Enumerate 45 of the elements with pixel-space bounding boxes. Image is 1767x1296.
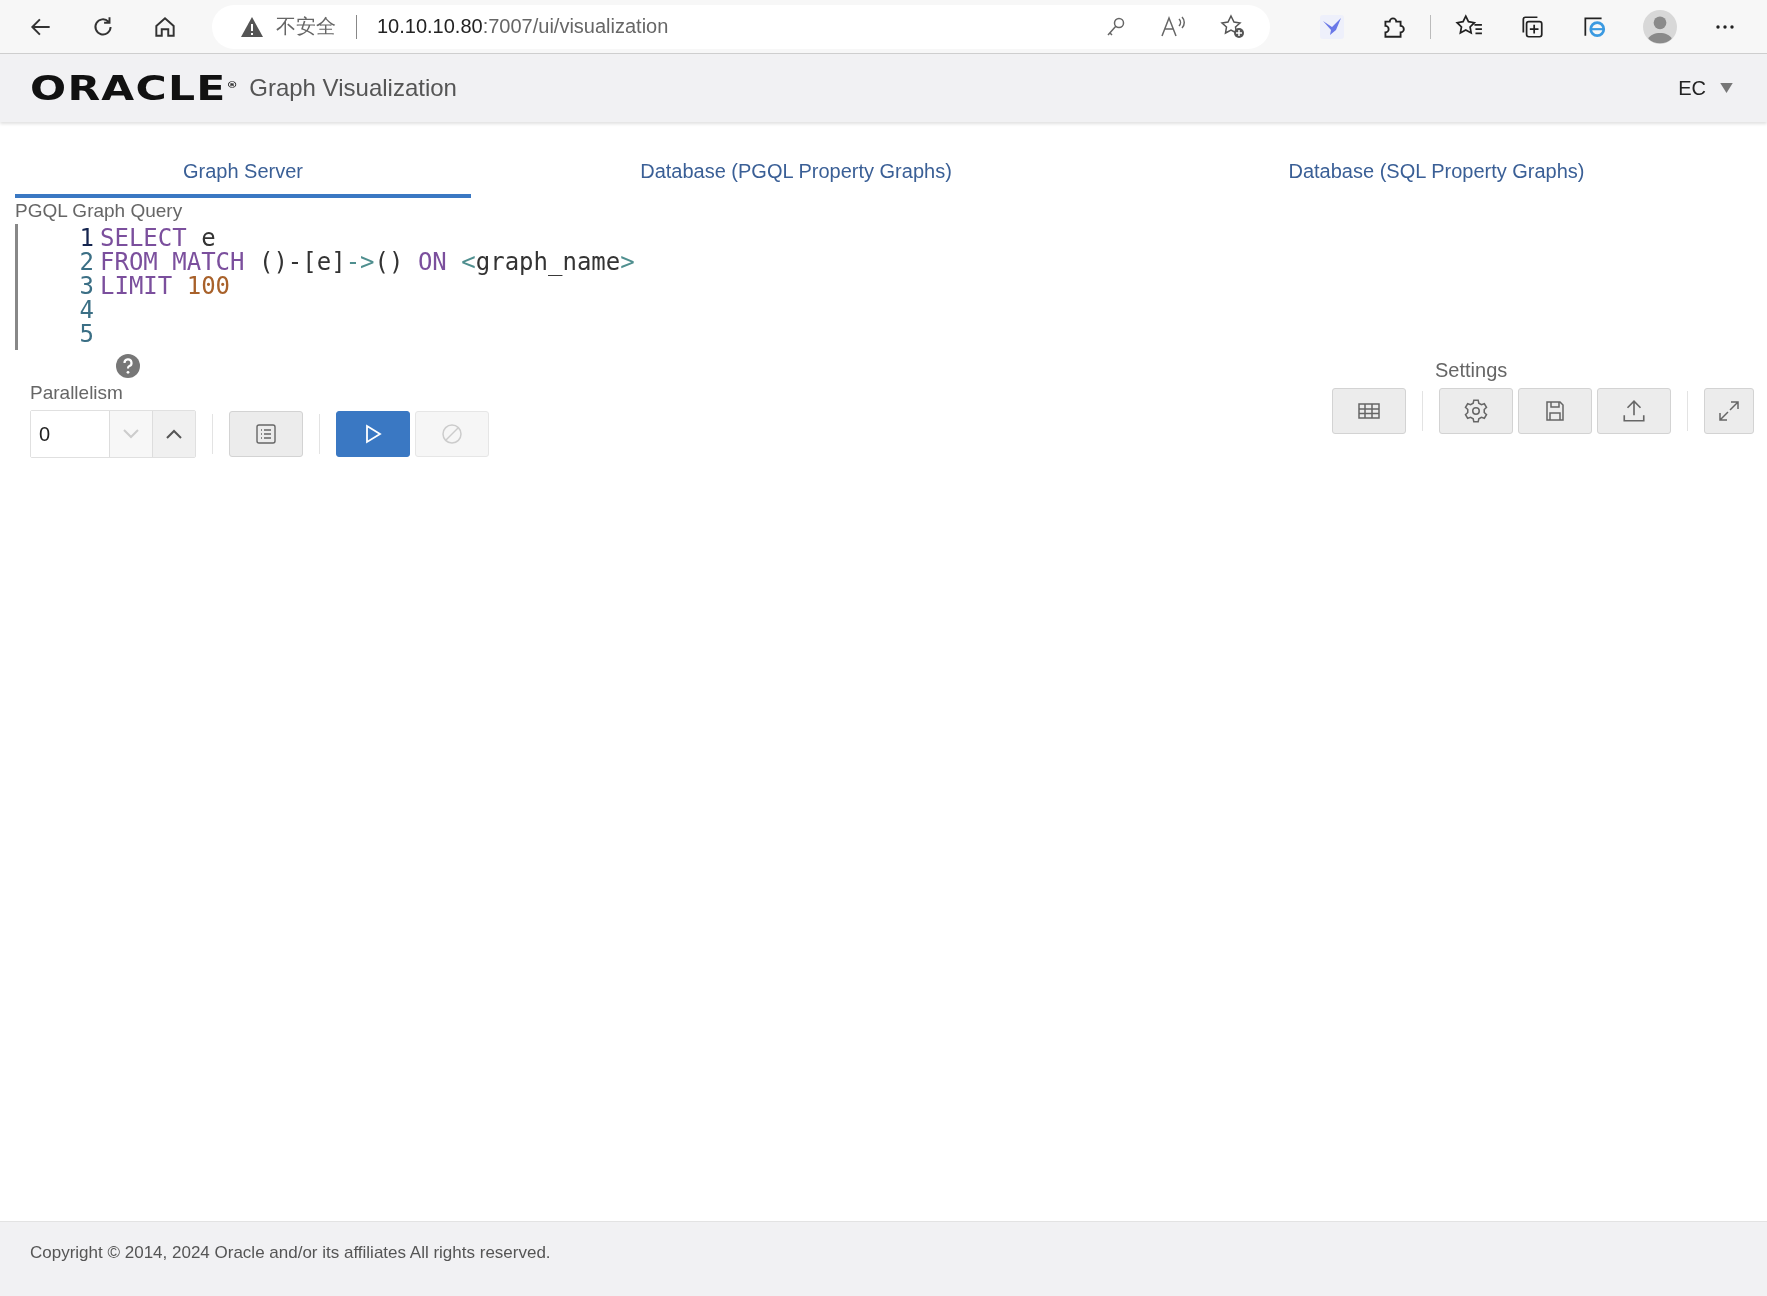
- line-number: 1: [78, 226, 94, 250]
- parallelism-field[interactable]: 0: [30, 410, 196, 458]
- security-label: 不安全: [276, 14, 336, 39]
- chevron-down-icon: [123, 429, 139, 439]
- expand-icon: [1717, 399, 1741, 423]
- settings-icon: [1463, 398, 1489, 424]
- line-number: 2: [78, 250, 94, 274]
- query-label: PGQL Graph Query: [15, 200, 184, 222]
- expand-button[interactable]: [1704, 388, 1754, 434]
- address-bar[interactable]: 不安全 10.10.10.80:7007/ui/visualization: [212, 4, 1270, 49]
- run-button[interactable]: [336, 411, 410, 457]
- code-editor[interactable]: 1 SELECT e 2 FROM MATCH ()-[e]->() ON <graph_name> 3 LIMIT 100 4 5: [15, 224, 658, 350]
- list-button[interactable]: [229, 411, 303, 457]
- cancel-icon: [440, 422, 464, 446]
- upload-button[interactable]: [1597, 388, 1671, 434]
- oracle-logo: ORACLE$^{®}$: [30, 68, 240, 108]
- app-title: Graph Visualization: [249, 74, 457, 102]
- increment-button[interactable]: [152, 411, 195, 457]
- parallelism-label: Parallelism: [30, 382, 124, 404]
- collections-icon[interactable]: [1519, 13, 1545, 40]
- url-text: 10.10.10.80:7007/ui/visualization: [377, 15, 669, 38]
- line-number: 4: [78, 298, 94, 322]
- save-button[interactable]: [1518, 388, 1592, 434]
- bird-extension-icon[interactable]: [1320, 14, 1344, 39]
- settings-label: Settings: [1435, 359, 1509, 382]
- chevron-up-icon: [166, 429, 182, 439]
- line-number: 3: [78, 274, 94, 298]
- tab[interactable]: Graph Server: [15, 150, 471, 198]
- settings-button[interactable]: [1439, 388, 1513, 434]
- caret-icon: [1720, 83, 1733, 93]
- user-menu[interactable]: EC: [1672, 75, 1739, 101]
- code-line: SELECT e: [100, 226, 216, 250]
- read-aloud-icon[interactable]: [1160, 14, 1188, 39]
- copyright-text: Copyright © 2014, 2024 Oracle and/or its affiliates All rights reserved.: [30, 1243, 551, 1263]
- list-icon: [254, 422, 278, 446]
- profile-avatar-icon[interactable]: [1643, 9, 1677, 44]
- code-line: FROM MATCH ()-[e]->() ON <graph_name>: [100, 250, 635, 274]
- add-favorite-icon[interactable]: [1220, 13, 1246, 40]
- line-number: 5: [78, 322, 94, 346]
- tab[interactable]: Database (SQL Property Graphs): [1121, 150, 1752, 198]
- table-button[interactable]: [1332, 388, 1406, 434]
- tab[interactable]: Database (PGQL Property Graphs): [471, 150, 1121, 198]
- code-line: LIMIT 100: [100, 274, 231, 298]
- upload-icon: [1621, 398, 1647, 424]
- help-icon[interactable]: [116, 354, 140, 378]
